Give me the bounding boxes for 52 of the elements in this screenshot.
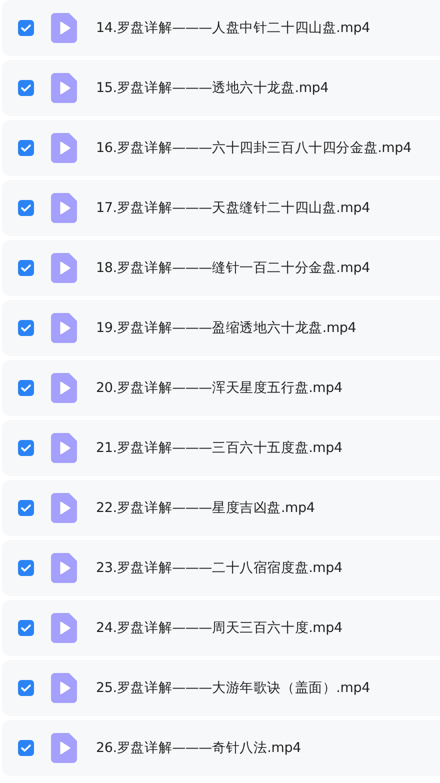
checkbox[interactable]: [18, 380, 34, 396]
checkbox[interactable]: [18, 80, 34, 96]
file-name: 16.罗盘详解———六十四卦三百八十四分金盘.mp4: [96, 139, 412, 157]
file-row[interactable]: 18.罗盘详解———缝针一百二十分金盘.mp4: [2, 240, 440, 296]
checkbox[interactable]: [18, 500, 34, 516]
video-file-icon: [51, 313, 77, 343]
file-row[interactable]: 20.罗盘详解———浑天星度五行盘.mp4: [2, 360, 440, 416]
file-name: 23.罗盘详解———二十八宿宿度盘.mp4: [96, 559, 342, 577]
file-row[interactable]: 14.罗盘详解———人盘中针二十四山盘.mp4: [2, 0, 440, 56]
file-name: 20.罗盘详解———浑天星度五行盘.mp4: [96, 379, 342, 397]
checkbox[interactable]: [18, 200, 34, 216]
video-file-icon: [51, 133, 77, 163]
checkbox[interactable]: [18, 260, 34, 276]
video-file-icon: [51, 553, 77, 583]
file-name: 15.罗盘详解———透地六十龙盘.mp4: [96, 79, 329, 97]
file-row[interactable]: 16.罗盘详解———六十四卦三百八十四分金盘.mp4: [2, 120, 440, 176]
checkbox[interactable]: [18, 320, 34, 336]
file-name: 22.罗盘详解———星度吉凶盘.mp4: [96, 499, 315, 517]
video-file-icon: [51, 13, 77, 43]
file-row[interactable]: 24.罗盘详解———周天三百六十度.mp4: [2, 600, 440, 656]
checkbox[interactable]: [18, 140, 34, 156]
checkbox[interactable]: [18, 680, 34, 696]
file-name: 25.罗盘详解———大游年歌诀（盖面）.mp4: [96, 679, 370, 697]
checkbox[interactable]: [18, 440, 34, 456]
file-name: 19.罗盘详解———盈缩透地六十龙盘.mp4: [96, 319, 356, 337]
video-file-icon: [51, 613, 77, 643]
video-file-icon: [51, 433, 77, 463]
checkbox[interactable]: [18, 620, 34, 636]
checkbox[interactable]: [18, 740, 34, 756]
video-file-icon: [51, 73, 77, 103]
file-name: 18.罗盘详解———缝针一百二十分金盘.mp4: [96, 259, 370, 277]
file-name: 14.罗盘详解———人盘中针二十四山盘.mp4: [96, 19, 370, 37]
file-name: 17.罗盘详解———天盘缝针二十四山盘.mp4: [96, 199, 370, 217]
file-name: 21.罗盘详解———三百六十五度盘.mp4: [96, 439, 342, 457]
file-row[interactable]: 15.罗盘详解———透地六十龙盘.mp4: [2, 60, 440, 116]
checkbox[interactable]: [18, 20, 34, 36]
file-row[interactable]: 21.罗盘详解———三百六十五度盘.mp4: [2, 420, 440, 476]
video-file-icon: [51, 673, 77, 703]
file-row[interactable]: 23.罗盘详解———二十八宿宿度盘.mp4: [2, 540, 440, 596]
video-file-icon: [51, 373, 77, 403]
checkbox[interactable]: [18, 560, 34, 576]
file-row[interactable]: 25.罗盘详解———大游年歌诀（盖面）.mp4: [2, 660, 440, 716]
file-row[interactable]: 22.罗盘详解———星度吉凶盘.mp4: [2, 480, 440, 536]
file-name: 26.罗盘详解———奇针八法.mp4: [96, 739, 301, 757]
video-file-icon: [51, 193, 77, 223]
video-file-icon: [51, 733, 77, 763]
video-file-icon: [51, 493, 77, 523]
file-row[interactable]: 26.罗盘详解———奇针八法.mp4: [2, 720, 440, 776]
video-file-icon: [51, 253, 77, 283]
file-row[interactable]: 17.罗盘详解———天盘缝针二十四山盘.mp4: [2, 180, 440, 236]
file-row[interactable]: 19.罗盘详解———盈缩透地六十龙盘.mp4: [2, 300, 440, 356]
file-name: 24.罗盘详解———周天三百六十度.mp4: [96, 619, 342, 637]
